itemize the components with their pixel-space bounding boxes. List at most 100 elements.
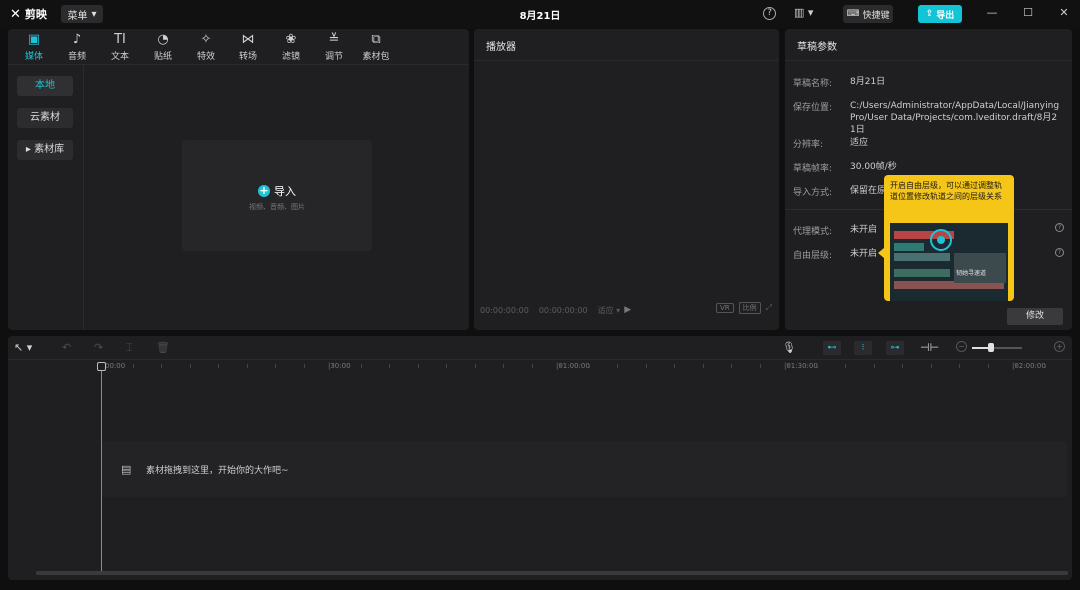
minimize-icon[interactable]: — (985, 6, 999, 20)
tab-label: 特效 (196, 52, 215, 62)
ruler-tick (731, 364, 732, 368)
export-icon: ⇪ (925, 9, 934, 19)
params-title: 草稿参数 (785, 29, 1072, 61)
title-bar: ✕ 剪映 菜单 ▾ 8月21日 ? ▥ ▾ ⌨ 快捷键 ⇪ 导出 — ☐ ✕ (0, 0, 1080, 28)
asset-pack-icon: ⧉ (371, 32, 381, 47)
ruler-tick (560, 364, 561, 368)
app-logo: ✕ 剪映 (10, 6, 47, 22)
drop-hint: 素材拖拽到这里，开始你的大作吧~ (146, 466, 289, 476)
effects-icon: ✧ (200, 32, 212, 47)
ruler-tick (361, 364, 362, 368)
timeline-toolbar: ↖ ▾ ↶ ↷ ⌶ 🗑 🎙 ⊷ ⁝ ⊶ ⊣⊢ − + (8, 336, 1072, 360)
sidebar-item-library[interactable]: ▸ 素材库 (17, 140, 73, 160)
playhead[interactable] (101, 364, 102, 572)
sticker-icon: ◔ (157, 32, 169, 47)
shortcut-button[interactable]: ⌨ 快捷键 (843, 5, 893, 23)
tab-label: 调节 (324, 52, 343, 62)
help-icon[interactable]: ? (763, 7, 776, 20)
ruler-tick (247, 364, 248, 368)
zoom-in-icon[interactable]: + (1054, 341, 1065, 352)
main-track-magnet-icon[interactable]: ⊷ (823, 341, 841, 355)
tab-media[interactable]: ▣ 媒体 (16, 32, 52, 64)
auto-snap-icon[interactable]: ⁝ (854, 341, 872, 355)
filter-icon: ❀ (285, 32, 297, 47)
select-tool-icon[interactable]: ↖ ▾ (14, 341, 32, 354)
preview-track (894, 243, 924, 251)
timeline-panel: ↖ ▾ ↶ ↷ ⌶ 🗑 🎙 ⊷ ⁝ ⊶ ⊣⊢ − + 00:00 |30:00 … (8, 336, 1072, 580)
plus-icon: + (258, 184, 270, 197)
tab-effects[interactable]: ✧ 特效 (188, 32, 224, 64)
zoom-out-icon[interactable]: − (956, 341, 967, 352)
param-key: 导入方式: (793, 188, 833, 198)
param-key: 分辨率: (793, 140, 824, 150)
tab-filter[interactable]: ❀ 滤镜 (273, 32, 309, 64)
tab-label: 素材包 (362, 52, 390, 62)
shortcut-label: 快捷键 (862, 10, 890, 21)
chevron-down-icon: ▾ (91, 8, 97, 20)
timeline-ruler[interactable]: 00:00 |30:00 |01:00:00 |01:30:00 |02:00:… (8, 360, 1072, 376)
ruler-tick (133, 364, 134, 368)
close-icon[interactable]: ✕ (1057, 6, 1071, 20)
sidebar-item-cloud[interactable]: 云素材 (17, 108, 73, 128)
import-area[interactable]: + 导入 视频、音频、图片 (182, 140, 372, 251)
timeline-scrollbar[interactable] (36, 571, 1068, 575)
fit-dropdown[interactable]: 适应 ▾ (598, 305, 621, 316)
ruler-label: |02:00:00 (1012, 362, 1046, 370)
main-track-drop-zone[interactable]: ▤ 素材拖拽到这里，开始你的大作吧~ (102, 441, 1067, 497)
export-label: 导出 (936, 10, 955, 21)
microphone-icon[interactable]: 🎙 (782, 341, 796, 354)
playhead-handle[interactable] (97, 362, 106, 371)
menu-button[interactable]: 菜单 ▾ (61, 5, 103, 23)
modify-button[interactable]: 修改 (1007, 308, 1063, 325)
sidebar-item-local[interactable]: 本地 (17, 76, 73, 96)
export-button[interactable]: ⇪ 导出 (918, 5, 962, 23)
param-key: 代理模式: (793, 227, 833, 237)
param-key: 保存位置: (793, 103, 833, 113)
split-icon[interactable]: ⌶ (126, 341, 133, 355)
linkage-icon[interactable]: ⊶ (886, 341, 904, 355)
undo-icon[interactable]: ↶ (62, 341, 71, 354)
tab-sticker[interactable]: ◔ 贴纸 (145, 32, 181, 64)
param-key: 草稿名称: (793, 79, 833, 89)
param-row: 草稿帧率: 30.00帧/秒 (793, 161, 1065, 174)
import-hint: 视频、音频、图片 (249, 203, 305, 211)
zoom-knob[interactable] (988, 343, 994, 352)
info-icon[interactable]: ? (1055, 248, 1064, 257)
preview-axis-icon[interactable]: ⊣⊢ (920, 341, 939, 354)
vr-button[interactable]: VR (715, 303, 734, 313)
ruler-tick (988, 364, 989, 368)
film-icon: ▤ (121, 463, 132, 476)
ruler-tick (760, 364, 761, 368)
tab-label: 音频 (67, 52, 86, 62)
delete-icon[interactable]: 🗑 (156, 341, 170, 354)
ratio-button[interactable]: 比例 (738, 302, 761, 314)
info-icon[interactable]: ? (1055, 223, 1064, 232)
ruler-tick (275, 364, 276, 368)
tab-adjust[interactable]: ≚ 调节 (316, 32, 352, 64)
media-panel: ▣ 媒体 ♪ 音频 TI 文本 ◔ 贴纸 ✧ 特效 ⋈ 转场 ❀ 滤镜 ≚ 调节 (8, 29, 469, 330)
app-name: 剪映 (24, 8, 47, 21)
tab-audio[interactable]: ♪ 音频 (59, 32, 95, 64)
import-button[interactable]: + 导入 (182, 183, 372, 199)
ruler-label: |01:30:00 (784, 362, 818, 370)
media-icon: ▣ (27, 32, 41, 47)
ruler-tick (703, 364, 704, 368)
maximize-icon[interactable]: ☐ (1021, 6, 1035, 20)
tab-text[interactable]: TI 文本 (102, 32, 138, 64)
ruler-tick (532, 364, 533, 368)
tab-transition[interactable]: ⋈ 转场 (230, 32, 266, 64)
window-title: 8月21日 (519, 11, 561, 22)
tab-asset-pack[interactable]: ⧉ 素材包 (358, 32, 394, 64)
fullscreen-icon[interactable]: ⤢ (766, 303, 772, 313)
keyboard-icon: ⌨ (846, 9, 860, 19)
zoom-slider[interactable] (972, 347, 1022, 349)
ruler-tick (674, 364, 675, 368)
play-icon[interactable]: ▶ (624, 305, 631, 315)
ruler-tick (817, 364, 818, 368)
param-key: 自由层级: (793, 251, 833, 261)
media-sidebar: 本地 云素材 ▸ 素材库 (8, 65, 84, 330)
param-value: 8月21日 (850, 77, 886, 87)
layout-icon[interactable]: ▥ ▾ (794, 6, 813, 19)
redo-icon[interactable]: ↷ (94, 341, 103, 354)
transition-icon: ⋈ (241, 32, 255, 47)
